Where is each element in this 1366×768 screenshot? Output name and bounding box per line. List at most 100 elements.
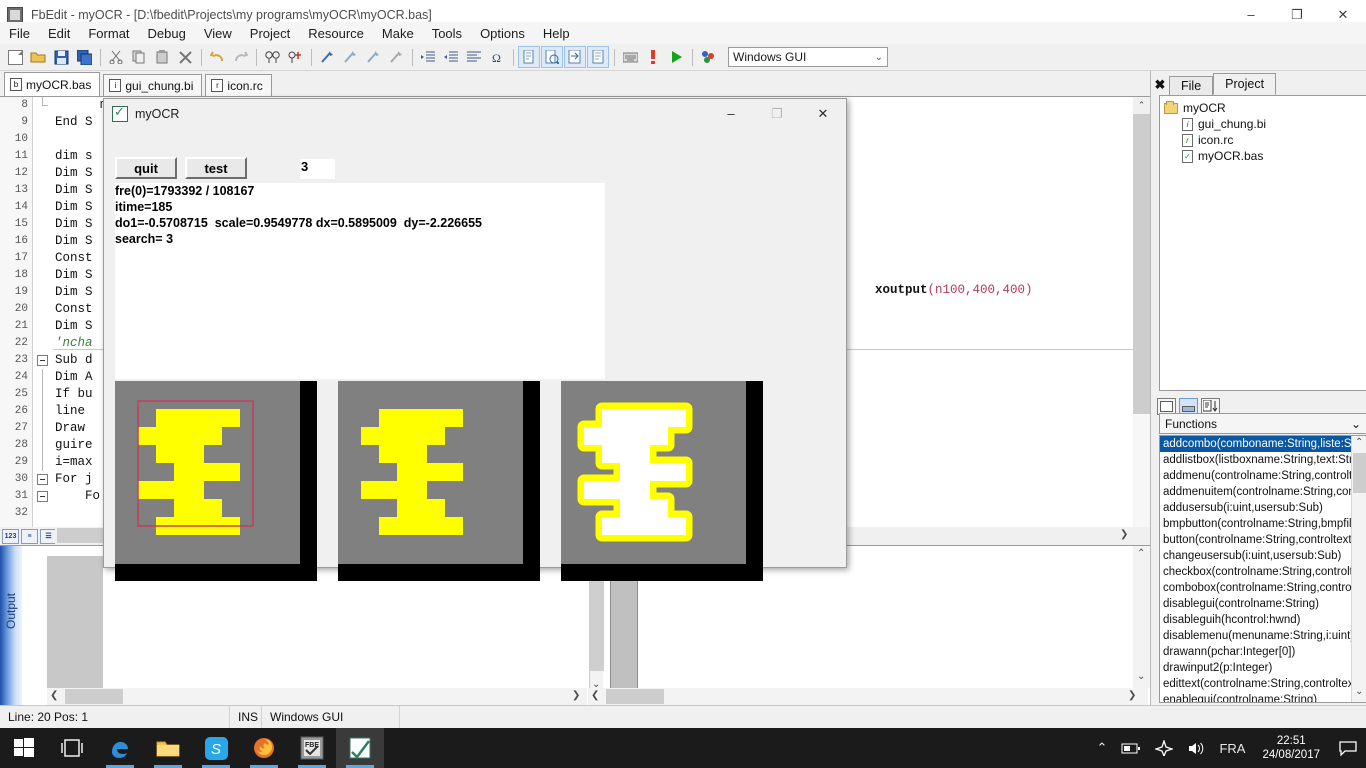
function-list-item[interactable]: bmpbutton(controlname:String,bmpfile xyxy=(1160,516,1352,532)
function-list-item[interactable]: changeusersub(i:uint,usersub:Sub) xyxy=(1160,548,1352,564)
function-list-item[interactable]: drawann(pchar:Integer[0]) xyxy=(1160,644,1352,660)
delete-icon[interactable] xyxy=(174,46,196,68)
language-selector[interactable]: Windows GUI ⌄ xyxy=(728,47,888,67)
sort-list-button[interactable] xyxy=(1201,397,1220,415)
functions-list[interactable]: addcombo(comboname:String,liste:Strin add… xyxy=(1159,435,1366,703)
fold-column[interactable] xyxy=(34,97,52,527)
scroll-right-icon[interactable]: ❯ xyxy=(1120,529,1128,540)
tray-language[interactable]: FRA xyxy=(1212,741,1252,756)
function-list-item[interactable]: disablegui(controlname:String) xyxy=(1160,596,1352,612)
output-hscroll-2-thumb[interactable] xyxy=(606,689,664,704)
bookmark-clear-icon[interactable] xyxy=(385,46,407,68)
clock[interactable]: 22:51 24/08/2017 xyxy=(1252,734,1330,762)
fold-marker[interactable] xyxy=(34,403,52,420)
functions-list-scrollbar[interactable]: ⌃ ⌄ xyxy=(1351,436,1366,702)
fold-marker[interactable] xyxy=(34,267,52,284)
fold-marker[interactable] xyxy=(34,352,52,369)
bookmark-prev-icon[interactable] xyxy=(362,46,384,68)
menu-item-make[interactable]: Make xyxy=(373,24,423,43)
fold-marker[interactable] xyxy=(34,386,52,403)
function-list-item[interactable]: disablemenu(menuname:String,i:uint) xyxy=(1160,628,1352,644)
function-list-item[interactable]: button(controlname:String,controltext xyxy=(1160,532,1352,548)
scroll-left-icon[interactable]: ❮ xyxy=(50,690,58,701)
scroll-down-icon[interactable]: ⌄ xyxy=(1137,671,1145,682)
output-tab[interactable]: Output xyxy=(0,546,22,706)
fold-marker[interactable] xyxy=(34,165,52,182)
fold-marker[interactable] xyxy=(34,148,52,165)
tree-node-icon-rc[interactable]: r icon.rc xyxy=(1160,132,1366,148)
editor-vertical-scrollbar[interactable]: ⌃ ⌄ xyxy=(1133,97,1150,545)
function-list-item[interactable]: combobox(controlname:String,controls xyxy=(1160,580,1352,596)
notification-icon[interactable] xyxy=(1330,728,1366,768)
output-vscroll-right[interactable]: ⌃ ⌄ xyxy=(1133,546,1150,688)
scroll-up-icon[interactable]: ⌃ xyxy=(1137,548,1145,559)
dialog-close-button[interactable]: ✕ xyxy=(800,99,846,128)
editor-vscroll-thumb[interactable] xyxy=(1133,114,1150,414)
test-button[interactable]: test xyxy=(185,157,247,179)
open-folder-icon[interactable] xyxy=(27,46,49,68)
dialog-maximize-button[interactable]: ❐ xyxy=(754,99,800,128)
function-list-item[interactable]: addmenuitem(controlname:String,cont xyxy=(1160,484,1352,500)
fold-marker[interactable] xyxy=(34,182,52,199)
function-list-item[interactable]: edittext(controlname:String,controltex xyxy=(1160,676,1352,692)
function-list-item[interactable]: disableguih(hcontrol:hwnd) xyxy=(1160,612,1352,628)
dialog-minimize-button[interactable]: – xyxy=(708,99,754,128)
fold-marker[interactable] xyxy=(34,437,52,454)
copy-icon[interactable] xyxy=(128,46,150,68)
fold-marker[interactable] xyxy=(34,250,52,267)
scroll-down-icon[interactable]: ⌄ xyxy=(1355,686,1363,697)
fold-marker[interactable] xyxy=(34,420,52,437)
function-list-item[interactable]: addmenu(controlname:String,controlte xyxy=(1160,468,1352,484)
indent-icon[interactable] xyxy=(417,46,439,68)
special-char-icon[interactable]: Ω xyxy=(486,46,508,68)
fold-marker[interactable] xyxy=(34,233,52,250)
tray-chevron-up-icon[interactable]: ⌃ xyxy=(1090,740,1115,756)
menu-item-edit[interactable]: Edit xyxy=(39,24,79,43)
cut-icon[interactable] xyxy=(105,46,127,68)
function-list-item[interactable]: checkbox(controlname:String,controlte xyxy=(1160,564,1352,580)
function-list-item[interactable]: addusersub(i:uint,usersub:Sub) xyxy=(1160,500,1352,516)
make-icon[interactable] xyxy=(587,46,609,68)
battery-icon[interactable] xyxy=(1114,742,1148,755)
scroll-up-button[interactable]: ⌃ xyxy=(1133,97,1150,114)
quit-button[interactable]: quit xyxy=(115,157,177,179)
taskbar-skype[interactable]: S xyxy=(192,728,240,768)
project-tree[interactable]: myOCR i gui_chung.bi r icon.rc ✓ myOCR.b… xyxy=(1159,95,1366,391)
function-list-item[interactable]: drawinput2(p:Integer) xyxy=(1160,660,1352,676)
functions-scroll-thumb[interactable] xyxy=(1353,453,1366,493)
function-list-item[interactable]: addlistbox(listboxname:String,text:Str xyxy=(1160,452,1352,468)
file-tab-icon-rc[interactable]: r icon.rc xyxy=(205,74,272,96)
menu-item-view[interactable]: View xyxy=(195,24,241,43)
find-icon[interactable] xyxy=(261,46,283,68)
error-icon[interactable] xyxy=(642,46,664,68)
function-list-item[interactable]: enablegui(controlname:String) xyxy=(1160,692,1352,702)
menu-item-tools[interactable]: Tools xyxy=(423,24,471,43)
scroll-right-icon[interactable]: ❯ xyxy=(1128,690,1136,701)
build-icon[interactable] xyxy=(564,46,586,68)
scroll-left-icon[interactable]: ❮ xyxy=(591,690,599,701)
debug-icon[interactable] xyxy=(697,46,719,68)
file-tab-myocr-bas[interactable]: b myOCR.bas xyxy=(4,72,101,96)
menu-item-file[interactable]: File xyxy=(0,24,39,43)
file-tab-gui-chung-bi[interactable]: i gui_chung.bi xyxy=(103,74,203,96)
airplane-icon[interactable] xyxy=(1148,740,1180,756)
output-scroll-block-1[interactable] xyxy=(47,556,103,692)
tab-file[interactable]: File xyxy=(1169,76,1214,95)
output-hscroll-1-thumb[interactable] xyxy=(65,689,123,704)
scroll-right-icon[interactable]: ❯ xyxy=(572,690,580,701)
menu-item-project[interactable]: Project xyxy=(241,24,299,43)
save-all-icon[interactable] xyxy=(73,46,95,68)
close-icon[interactable]: ✖ xyxy=(1151,75,1169,95)
align-icon[interactable] xyxy=(463,46,485,68)
fold-marker[interactable] xyxy=(34,369,52,386)
compile-run-icon[interactable] xyxy=(541,46,563,68)
scroll-up-icon[interactable]: ⌃ xyxy=(1355,437,1363,448)
taskbar-myocr[interactable] xyxy=(336,728,384,768)
panel-bottom-button[interactable] xyxy=(1179,397,1198,415)
myocr-dialog[interactable]: myOCR – ❐ ✕ quit test 3 fre(0)=1793392 /… xyxy=(103,98,847,581)
start-button[interactable] xyxy=(0,728,48,768)
replace-icon[interactable] xyxy=(284,46,306,68)
menu-item-format[interactable]: Format xyxy=(79,24,138,43)
volume-icon[interactable] xyxy=(1180,741,1212,756)
tab-project[interactable]: Project xyxy=(1213,73,1277,95)
